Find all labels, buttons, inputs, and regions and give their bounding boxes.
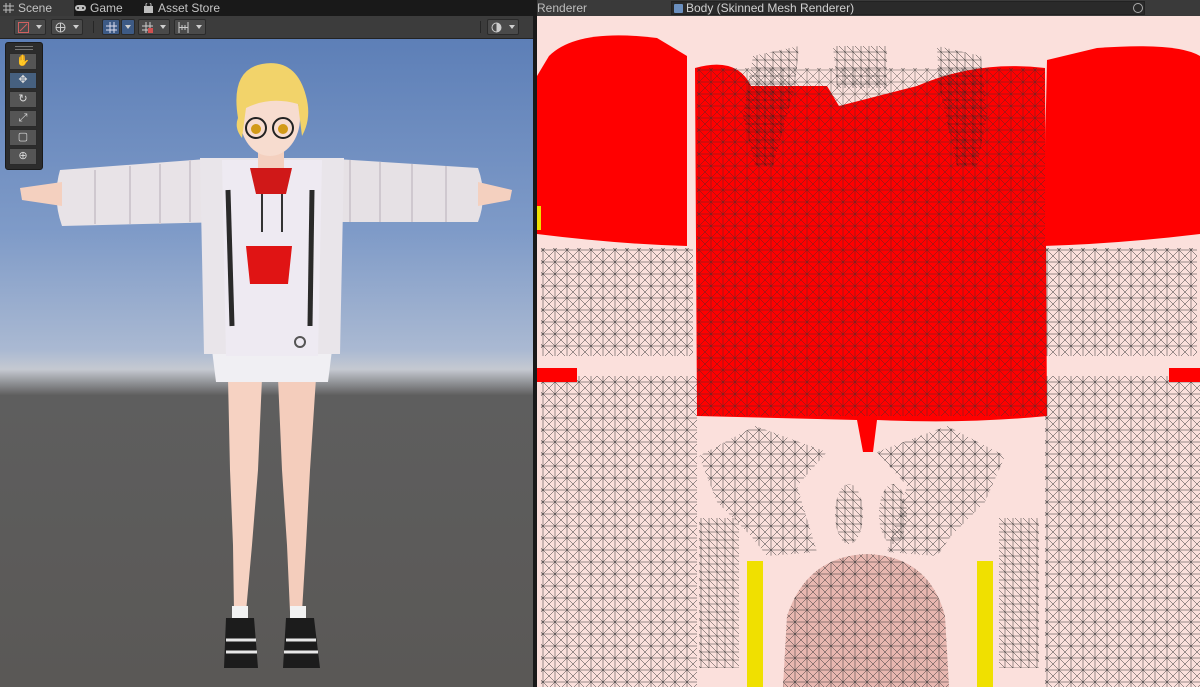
scale-tool-button[interactable]: ⤢	[9, 110, 37, 127]
increment-snap-dropdown[interactable]	[174, 19, 206, 35]
avatar-right-shoe	[283, 618, 320, 668]
avatar-sock	[232, 606, 248, 620]
uv-head-wireframe	[783, 554, 949, 687]
uv-layout	[537, 35, 1200, 687]
tab-scene-label: Scene	[18, 1, 53, 15]
tab-game-label: Game	[90, 1, 123, 15]
palette-grip[interactable]	[15, 46, 33, 50]
avatar-model	[20, 63, 512, 668]
tab-asset-store-label: Asset Store	[158, 1, 221, 15]
inner-shirt	[250, 168, 292, 194]
rect-icon: ▢	[17, 131, 29, 143]
grid-snap-icon	[106, 22, 117, 33]
skinned-mesh-icon	[674, 4, 683, 13]
uv-island	[833, 46, 887, 88]
hand-tool-button[interactable]: ✋	[9, 53, 37, 70]
grid-visibility-dropdown[interactable]	[138, 19, 170, 35]
uv-yellow-mark	[537, 206, 541, 230]
rotate-tool-button[interactable]: ↻	[9, 91, 37, 108]
globe-icon	[55, 22, 66, 33]
draw-mode-dropdown[interactable]	[14, 19, 46, 35]
grid-icon	[142, 22, 153, 33]
renderer-panel: Renderer Body (Skinned Mesh Renderer)	[537, 0, 1200, 687]
uv-right-leg-panel	[1045, 376, 1200, 687]
chevron-down-icon	[125, 25, 131, 29]
uv-finger-islands	[699, 518, 739, 668]
chevron-down-icon	[73, 25, 79, 29]
avatar-eye	[278, 124, 288, 134]
move-tool-button[interactable]: ✥	[9, 72, 37, 89]
avatar-eye	[251, 124, 261, 134]
avatar-right-hand	[478, 182, 512, 206]
uv-red-mark	[537, 368, 577, 382]
uv-yellow-strip	[977, 561, 993, 687]
shaded-mode-icon	[18, 22, 29, 33]
snap-increment-icon	[178, 22, 189, 33]
scale-icon: ⤢	[18, 112, 28, 124]
uv-red-mark	[1169, 368, 1200, 382]
jacket-zipper-strip	[307, 189, 315, 327]
avatar-left-hand	[20, 182, 62, 206]
uv-right-panel	[1045, 248, 1197, 356]
toolbar-separator	[93, 21, 94, 33]
hoodie-red-emblem	[246, 246, 292, 284]
rotate-icon: ↻	[18, 93, 28, 105]
shopping-bag-icon	[144, 3, 153, 13]
hand-icon: ✋	[16, 55, 30, 67]
chevron-down-icon	[509, 25, 515, 29]
uv-island	[879, 484, 907, 544]
scene-toolbar	[0, 16, 533, 39]
grid-icon	[3, 3, 14, 13]
scene-tab-bar: Scene Game Asset Store	[0, 0, 533, 16]
uv-island	[835, 484, 863, 544]
renderer-object-field[interactable]: Body (Skinned Mesh Renderer)	[671, 1, 1145, 15]
avatar-left-leg	[228, 378, 262, 612]
transform-icon: ⊕	[18, 150, 28, 162]
chevron-down-icon	[160, 25, 166, 29]
chevron-down-icon	[196, 25, 202, 29]
move-icon: ✥	[18, 74, 28, 86]
global-local-dropdown[interactable]	[51, 19, 83, 35]
toolbar-separator	[480, 21, 481, 33]
scene-tool-palette: ✋ ✥ ↻ ⤢ ▢ ⊕	[5, 42, 43, 170]
rect-tool-button[interactable]: ▢	[9, 129, 37, 146]
sphere-icon	[491, 22, 502, 33]
uv-left-panel	[541, 248, 693, 356]
uv-red-region	[1043, 46, 1200, 247]
tab-asset-store[interactable]: Asset Store	[140, 0, 224, 16]
avatar-left-shoe	[224, 618, 258, 668]
scene-panel: Scene Game Asset Store ✋ ✥ ↻ ⤢ ▢ ⊕	[0, 0, 533, 687]
tab-game[interactable]: Game	[72, 0, 127, 16]
avatar-sock	[290, 606, 306, 620]
renderer-header: Renderer Body (Skinned Mesh Renderer)	[537, 0, 1200, 17]
gamepad-icon	[75, 5, 86, 11]
uv-left-leg-panel	[541, 376, 697, 687]
tab-scene[interactable]: Scene	[0, 0, 74, 16]
object-picker-icon[interactable]	[1133, 3, 1143, 13]
scene-visibility-dropdown[interactable]	[487, 19, 519, 35]
uv-red-region	[537, 35, 687, 246]
transform-tool-button[interactable]: ⊕	[9, 148, 37, 165]
grid-snap-button[interactable]	[102, 19, 120, 35]
scene-viewport[interactable]: ✋ ✥ ↻ ⤢ ▢ ⊕	[0, 39, 533, 687]
uv-yellow-strip	[747, 561, 763, 687]
uv-texture-view[interactable]	[537, 16, 1200, 687]
renderer-label: Renderer	[537, 1, 588, 15]
avatar-right-leg	[278, 378, 316, 612]
renderer-object-value: Body (Skinned Mesh Renderer)	[686, 1, 855, 15]
uv-finger-islands	[999, 518, 1039, 668]
grid-snap-dropdown[interactable]	[121, 19, 135, 35]
chevron-down-icon	[36, 25, 42, 29]
